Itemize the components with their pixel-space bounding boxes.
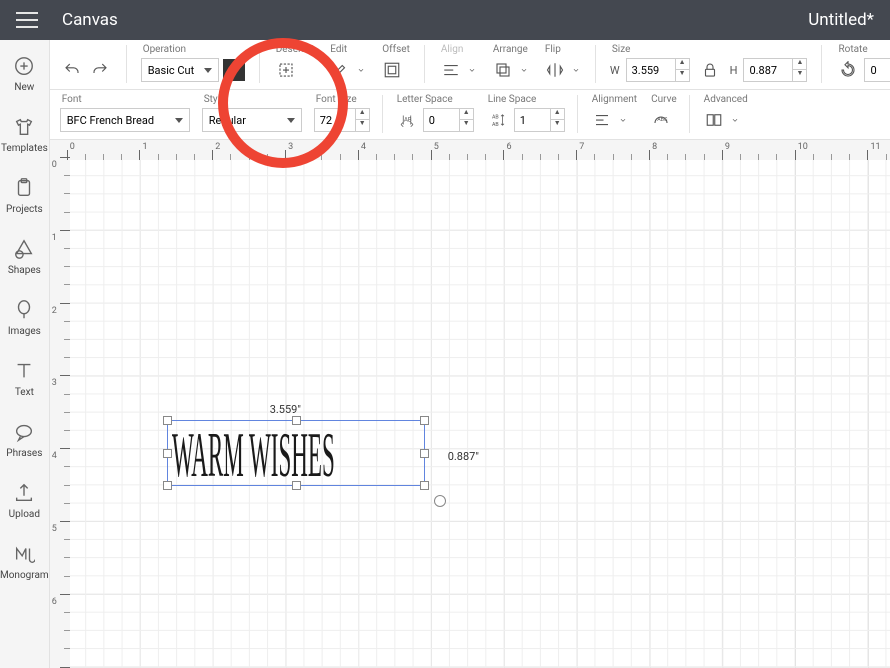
chevron-down-icon[interactable] (571, 57, 581, 83)
svg-text:AB: AB (492, 122, 499, 128)
linespace-input[interactable]: ▲▼ (514, 108, 565, 132)
linespace-icon: ABAB (486, 107, 510, 133)
sidebar-item-upload[interactable]: Upload (9, 481, 40, 520)
curve-label: Curve (649, 94, 677, 105)
menu-button[interactable] (16, 8, 40, 32)
topbar: Canvas Untitled* (0, 0, 890, 40)
flip-button[interactable] (543, 57, 567, 83)
shapes-icon (12, 237, 36, 261)
deselect-button[interactable] (274, 57, 298, 83)
svg-text:ABC: ABC (657, 117, 668, 123)
sidebar-item-phrases[interactable]: Phrases (6, 420, 42, 459)
svg-text:AB: AB (404, 117, 412, 124)
sidebar-item-templates[interactable]: Templates (1, 115, 48, 154)
sidebar-item-shapes[interactable]: Shapes (8, 237, 41, 276)
canvas[interactable]: 0123456789101112 012345678 WARM WISHES 3… (50, 140, 890, 668)
chevron-down-icon[interactable] (356, 57, 366, 83)
redo-button[interactable] (88, 57, 112, 83)
sidebar-item-monogram[interactable]: Monogram (0, 542, 49, 581)
style-label: Style (202, 94, 302, 105)
upload-icon (12, 481, 36, 505)
chevron-down-icon[interactable] (730, 107, 740, 133)
canvas-grid[interactable]: WARM WISHES 3.559" 0.887" (70, 160, 890, 668)
advanced-label: Advanced (702, 94, 748, 105)
rotate-input[interactable]: ▲▼ (864, 58, 890, 82)
sidebar-item-new[interactable]: New (12, 54, 36, 93)
h-label: H (730, 64, 738, 77)
chevron-down-icon[interactable] (618, 107, 628, 133)
clipboard-icon (12, 176, 36, 200)
offset-button[interactable] (380, 57, 404, 83)
height-input[interactable]: ▲▼ (743, 58, 807, 82)
offset-label: Offset (380, 44, 410, 55)
arrange-label: Arrange (491, 44, 529, 55)
font-select[interactable]: BFC French Bread (60, 108, 190, 132)
tshirt-icon (12, 115, 36, 139)
toolbar-row-2: Font BFC French Bread Style Regular Font… (50, 90, 890, 140)
width-dimension: 3.559" (270, 403, 301, 416)
fontsize-input[interactable]: ▲▼ (314, 108, 370, 132)
fontsize-label: Font Size (314, 94, 370, 105)
align-label: Align (439, 44, 477, 55)
letterspace-input[interactable]: ▲▼ (423, 108, 474, 132)
arrange-button[interactable] (491, 57, 515, 83)
sidebar: New Templates Projects Shapes Images Tex… (0, 40, 50, 668)
sidebar-item-projects[interactable]: Projects (6, 176, 43, 215)
edit-button[interactable] (328, 57, 352, 83)
alignment-label: Alignment (590, 94, 637, 105)
plus-circle-icon (12, 54, 36, 78)
style-select[interactable]: Regular (202, 108, 302, 132)
advanced-button[interactable] (702, 107, 726, 133)
rotate-handle[interactable] (434, 495, 446, 507)
edit-label: Edit (328, 44, 366, 55)
chevron-down-icon (467, 57, 477, 83)
text-icon (12, 359, 36, 383)
rotate-icon[interactable] (836, 57, 860, 83)
letterspace-icon: AB (395, 107, 419, 133)
undo-button[interactable] (60, 57, 84, 83)
align-button (439, 57, 463, 83)
operation-select[interactable]: Basic Cut (141, 58, 219, 82)
alignment-button[interactable] (590, 107, 614, 133)
sidebar-item-text[interactable]: Text (12, 359, 36, 398)
app-title: Canvas (62, 10, 118, 30)
sidebar-item-images[interactable]: Images (8, 298, 41, 337)
chat-icon (12, 420, 36, 444)
document-title: Untitled* (808, 10, 874, 30)
curve-button[interactable]: ABC (649, 107, 673, 133)
color-swatch[interactable] (223, 59, 245, 81)
rotate-label: Rotate (836, 44, 890, 55)
lock-icon[interactable] (698, 57, 722, 83)
size-label: Size (610, 44, 808, 55)
flip-label: Flip (543, 44, 581, 55)
chevron-down-icon[interactable] (519, 57, 529, 83)
undo-redo-group (60, 57, 112, 83)
deselect-label: Deselect (274, 44, 315, 55)
width-input[interactable]: ▲▼ (626, 58, 690, 82)
operation-label: Operation (141, 44, 245, 55)
linespace-label: Line Space (486, 94, 565, 105)
height-dimension: 0.887" (448, 450, 479, 463)
text-object[interactable]: WARM WISHES (167, 420, 425, 486)
w-label: W (610, 64, 620, 77)
balloon-icon (12, 298, 36, 322)
ruler-vertical: 012345678 (50, 160, 70, 668)
font-label: Font (60, 94, 190, 105)
letterspace-label: Letter Space (395, 94, 474, 105)
monogram-icon (12, 542, 36, 566)
ruler-horizontal: 0123456789101112 (70, 140, 890, 160)
toolbar-row-1: Operation Basic Cut Deselect Edit Offset (50, 40, 890, 90)
svg-text:AB: AB (492, 115, 499, 121)
